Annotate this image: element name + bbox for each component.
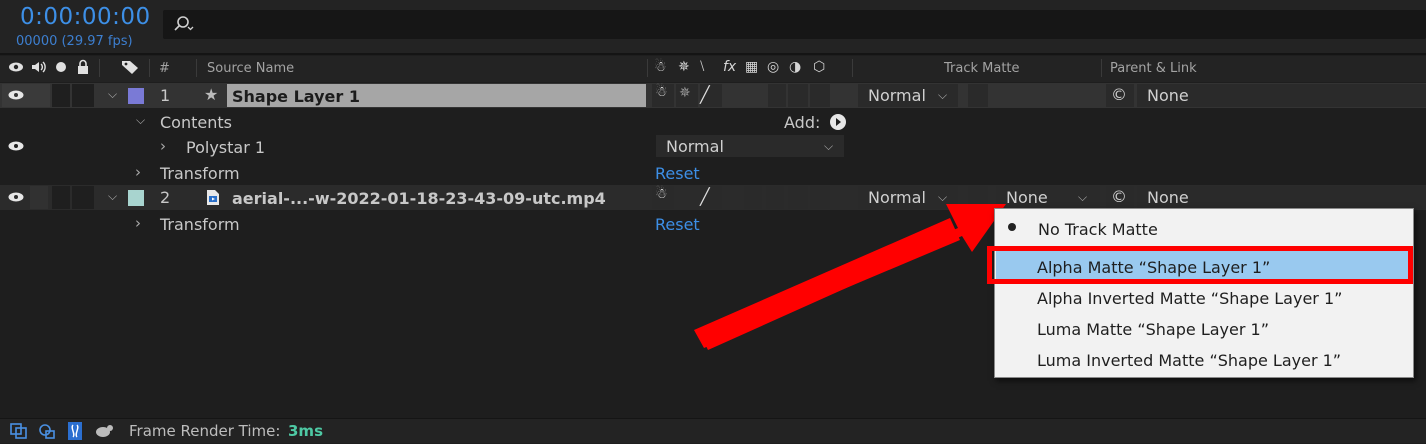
adjustment-layer-icon[interactable]: ◑ [789, 59, 801, 75]
audio-toggle-icon[interactable] [30, 59, 48, 79]
layer-label-color[interactable] [128, 190, 144, 206]
quality-switch-icon[interactable]: ╱ [700, 85, 710, 104]
parent-value[interactable]: None [1147, 188, 1189, 207]
status-bar: Frame Render Time: 3ms [0, 418, 1426, 443]
menu-item-no-track-matte[interactable]: No Track Matte [1038, 220, 1158, 239]
layer-name[interactable]: aerial-...-w-2022-01-18-23-43-09-utc.mp4 [232, 189, 606, 208]
collapse-switch-icon[interactable]: ✵ [679, 85, 691, 101]
eye-icon[interactable] [8, 192, 24, 202]
add-label: Add: [784, 113, 821, 132]
chevron-right-icon[interactable]: › [135, 214, 141, 232]
chevron-right-icon[interactable]: › [160, 137, 166, 155]
transform-label: Transform [160, 164, 240, 183]
track-matte-menu: No Track Matte [994, 208, 1414, 378]
divider [0, 53, 1426, 55]
transfer-controls-icon[interactable] [66, 422, 84, 444]
lock-icon[interactable] [76, 59, 90, 79]
video-file-icon [206, 189, 220, 210]
polystar-label: Polystar 1 [186, 138, 266, 157]
layer-number: 1 [160, 86, 171, 105]
chevron-down-icon[interactable]: ⌵ [136, 113, 145, 128]
collapse-icon[interactable]: ✵ [678, 59, 690, 75]
solo-icon[interactable] [55, 59, 67, 79]
timing-icon[interactable] [94, 422, 116, 444]
annotation-highlight-box [987, 246, 1413, 284]
video-toggle-icon[interactable] [8, 59, 24, 79]
layer-row-1[interactable]: ⌵ 1 ★ Shape Layer 1 ☃ ✵ ╱ Normal ⌵ © Non… [0, 83, 1426, 108]
pick-whip-icon[interactable]: © [1111, 85, 1127, 104]
shape-layer-star-icon: ★ [204, 85, 219, 104]
track-matte-value[interactable]: None [1006, 188, 1048, 207]
eye-icon[interactable] [8, 141, 24, 151]
reset-link[interactable]: Reset [655, 164, 700, 183]
chevron-down-icon[interactable]: ⌵ [1078, 190, 1087, 205]
layer-name[interactable]: Shape Layer 1 [232, 87, 360, 106]
chevron-down-icon[interactable]: ⌵ [108, 189, 117, 204]
chevron-down-icon[interactable]: ⌵ [108, 87, 117, 102]
frame-blend-icon[interactable]: ▦ [745, 59, 758, 75]
layer-label-color[interactable] [128, 88, 144, 104]
selected-bullet-icon [1008, 223, 1016, 231]
annotation-arrow [694, 204, 1006, 350]
polystar-blend-value[interactable]: Normal [666, 137, 724, 156]
column-header: # Source Name ☃ ✵ ⧵ fx ▦ ◎ ◑ ⬡ Track Mat… [0, 56, 1426, 82]
blend-mode-value[interactable]: Normal [868, 86, 926, 105]
chevron-down-icon[interactable]: ⌵ [938, 88, 947, 103]
column-source-name[interactable]: Source Name [207, 61, 294, 76]
eye-icon[interactable] [8, 90, 24, 100]
transform-row-1: › Transform Reset [0, 160, 1426, 185]
parent-value[interactable]: None [1147, 86, 1189, 105]
3d-layer-icon[interactable]: ⬡ [813, 59, 825, 75]
frame-render-label: Frame Render Time: [129, 422, 281, 440]
layer-number: 2 [160, 188, 171, 207]
chevron-down-icon[interactable]: ⌵ [824, 139, 833, 154]
current-time-display[interactable]: 0:00:00:00 [20, 4, 151, 30]
column-parent-link: Parent & Link [1110, 61, 1197, 76]
layer-search-input[interactable] [163, 10, 1426, 39]
effects-fx-icon[interactable]: fx [723, 59, 736, 75]
contents-row: ⌵ Contents Add: [0, 109, 1426, 134]
pick-whip-icon[interactable]: © [1111, 187, 1127, 206]
quality-icon[interactable]: ⧵ [700, 59, 704, 75]
label-tag-icon[interactable] [120, 59, 140, 79]
polystar-row[interactable]: › Polystar 1 Normal ⌵ [0, 134, 1426, 159]
chevron-right-icon[interactable]: › [135, 163, 141, 181]
motion-blur-icon[interactable]: ◎ [767, 59, 779, 75]
shy-switch-icon[interactable]: ☃ [655, 84, 668, 100]
shy-icon[interactable]: ☃ [654, 59, 667, 75]
frame-rate-info: 00000 (29.97 fps) [16, 34, 133, 49]
add-play-icon[interactable] [829, 113, 847, 135]
column-number: # [159, 61, 170, 76]
frame-render-value: 3ms [288, 422, 323, 440]
search-icon[interactable] [173, 15, 195, 33]
layer-switches-icon[interactable] [38, 423, 56, 443]
contents-label: Contents [160, 113, 232, 132]
shy-switch-icon[interactable]: ☃ [655, 186, 668, 202]
column-track-matte: Track Matte [944, 61, 1020, 76]
transform-label: Transform [160, 215, 240, 234]
comp-flowchart-icon[interactable] [10, 423, 28, 443]
